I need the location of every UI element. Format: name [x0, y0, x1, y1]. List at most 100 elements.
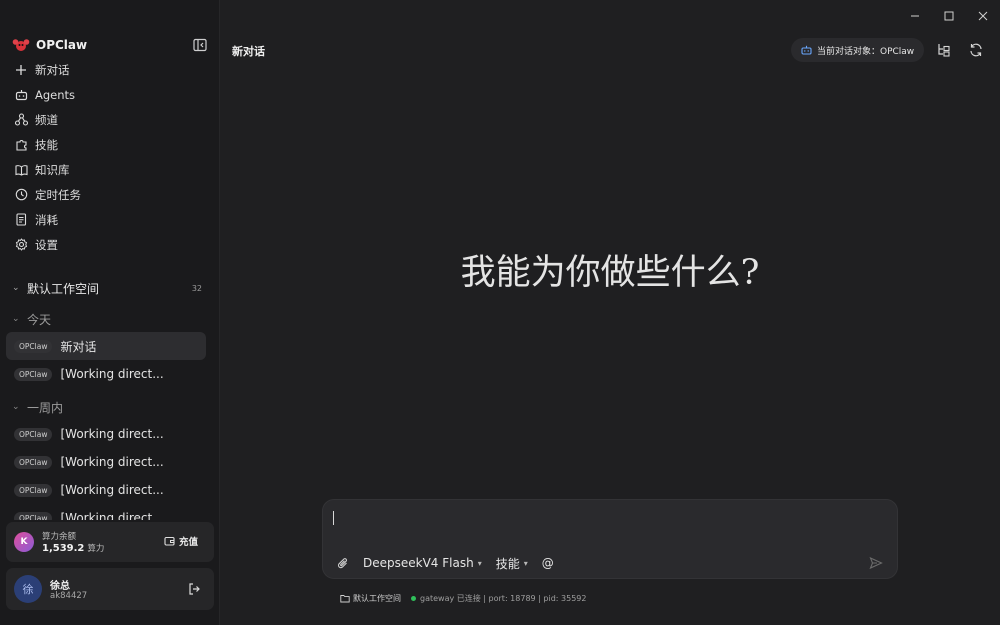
workspace-header[interactable]: ⌄ 默认工作空间 32	[12, 279, 202, 297]
nav-scheduled-tasks[interactable]: 定时任务	[8, 182, 212, 207]
recharge-button[interactable]: 充值	[164, 534, 198, 548]
workspace-count: 32	[191, 283, 202, 293]
conversation-item[interactable]: OPClaw [Working direct...	[6, 448, 206, 476]
credit-avatar: K	[14, 532, 34, 552]
wallet-icon	[164, 536, 175, 546]
chat-target-pill[interactable]: 当前对话对象：OPClaw	[791, 38, 925, 62]
conversation-title: [Working direct...	[60, 455, 164, 469]
message-input[interactable]	[331, 508, 891, 536]
sidebar: OPClaw 新对话 Agents 频道 技能 知识库 定时任务 消耗 设置 ⌄…	[0, 0, 220, 625]
chevron-down-icon: ⌄	[12, 283, 20, 293]
agent-tag: OPClaw	[14, 339, 53, 353]
robot-icon	[14, 88, 28, 102]
maximize-icon	[944, 11, 954, 21]
user-id: ak84427	[50, 591, 88, 601]
mention-button[interactable]: @	[542, 556, 554, 570]
skills-selector[interactable]: 技能 ▾	[496, 555, 528, 572]
robot-icon	[801, 45, 812, 55]
agent-tag: OPClaw	[14, 483, 53, 497]
group-today[interactable]: ⌄ 今天	[12, 311, 51, 327]
credit-card: K 算力余额 1,539.2 算力 充值	[6, 522, 214, 562]
nav-label: 定时任务	[35, 187, 81, 202]
nav-label: 新对话	[35, 62, 70, 77]
collapse-sidebar-icon[interactable]	[192, 37, 208, 53]
maximize-button[interactable]	[932, 0, 966, 32]
channels-icon	[14, 113, 28, 127]
chat-target-label: 当前对话对象：OPClaw	[817, 46, 915, 57]
conversation-list-week: OPClaw [Working direct... OPClaw [Workin…	[6, 420, 206, 520]
status-bar: 默认工作空间 gateway 已连接 | port: 18789 | pid: …	[340, 592, 586, 604]
nav-new-chat[interactable]: 新对话	[8, 57, 212, 82]
gateway-status: gateway 已连接 | port: 18789 | pid: 35592	[420, 593, 587, 603]
chevron-down-icon: ▾	[477, 558, 482, 568]
attach-button[interactable]	[337, 557, 349, 570]
agent-tag: OPClaw	[14, 367, 53, 381]
paperclip-icon	[338, 557, 347, 568]
credit-label: 算力余额	[42, 532, 77, 542]
composer-toolbar: DeepseekV4 Flash ▾ 技能 ▾ @	[337, 554, 568, 572]
close-button[interactable]	[966, 0, 1000, 32]
group-week[interactable]: ⌄ 一周内	[12, 399, 63, 415]
group-label: 一周内	[27, 400, 64, 415]
group-label: 今天	[27, 312, 52, 327]
hero-prompt: 我能为你做些什么?	[460, 253, 760, 293]
nav-label: 技能	[35, 137, 58, 152]
model-label: DeepseekV4 Flash	[363, 556, 474, 570]
conversation-title: [Working direct...	[60, 511, 164, 520]
book-icon	[14, 163, 28, 177]
recharge-label: 充值	[179, 537, 199, 548]
conversation-list-today: OPClaw 新对话 OPClaw [Working direct...	[6, 332, 206, 388]
connection-status-dot	[411, 595, 416, 601]
nav-channels[interactable]: 频道	[8, 107, 212, 132]
nav-label: 知识库	[35, 162, 70, 177]
agent-tag: OPClaw	[14, 455, 53, 469]
nav-knowledge-base[interactable]: 知识库	[8, 157, 212, 182]
brand[interactable]: OPClaw	[12, 35, 87, 55]
user-name: 徐总	[50, 581, 70, 592]
chevron-down-icon: ▾	[523, 558, 528, 568]
plus-icon	[14, 63, 28, 77]
nav-skills[interactable]: 技能	[8, 132, 212, 157]
close-icon	[978, 11, 988, 21]
conversation-item[interactable]: OPClaw 新对话	[6, 332, 206, 360]
chevron-down-icon: ⌄	[12, 402, 20, 412]
credit-value: 1,539.2 算力	[42, 542, 104, 554]
workspace-name: 默认工作空间	[27, 281, 100, 296]
conversation-item[interactable]: OPClaw [Working direct...	[6, 504, 206, 520]
chevron-down-icon: ⌄	[12, 314, 20, 324]
logout-icon[interactable]	[187, 582, 201, 596]
nav-consumption[interactable]: 消耗	[8, 207, 212, 232]
sidebar-nav: 新对话 Agents 频道 技能 知识库 定时任务 消耗 设置	[8, 57, 212, 257]
at-icon: @	[541, 556, 554, 570]
conversation-title: [Working direct...	[60, 483, 164, 497]
user-card: 徐 徐总 ak84427	[6, 568, 214, 610]
minimize-icon	[911, 15, 919, 17]
nav-label: Agents	[35, 87, 76, 102]
text-caret	[333, 511, 334, 525]
skills-label: 技能	[495, 556, 520, 571]
status-workspace[interactable]: 默认工作空间	[340, 593, 401, 604]
tree-view-icon[interactable]	[936, 42, 952, 58]
page-title: 新对话	[232, 45, 265, 58]
receipt-icon	[14, 213, 28, 227]
minimize-button[interactable]	[898, 0, 932, 32]
credit-amount: 1,539.2	[42, 543, 85, 554]
conversation-item[interactable]: OPClaw [Working direct...	[6, 360, 206, 388]
refresh-icon[interactable]	[968, 42, 984, 58]
lobster-logo-icon	[12, 39, 30, 51]
nav-settings[interactable]: 设置	[8, 232, 212, 257]
conversation-item[interactable]: OPClaw [Working direct...	[6, 476, 206, 504]
conversation-item[interactable]: OPClaw [Working direct...	[6, 420, 206, 448]
nav-agents[interactable]: Agents	[8, 82, 212, 107]
send-icon[interactable]	[869, 556, 883, 570]
window-controls	[898, 0, 1000, 32]
agent-tag: OPClaw	[14, 511, 53, 520]
nav-label: 设置	[35, 237, 58, 252]
avatar[interactable]: 徐	[14, 575, 42, 603]
gear-icon	[14, 238, 28, 252]
model-selector[interactable]: DeepseekV4 Flash ▾	[363, 556, 482, 570]
nav-label: 消耗	[35, 212, 58, 227]
agent-tag: OPClaw	[14, 427, 53, 441]
message-composer: DeepseekV4 Flash ▾ 技能 ▾ @	[322, 499, 898, 579]
status-workspace-name: 默认工作空间	[353, 593, 401, 603]
